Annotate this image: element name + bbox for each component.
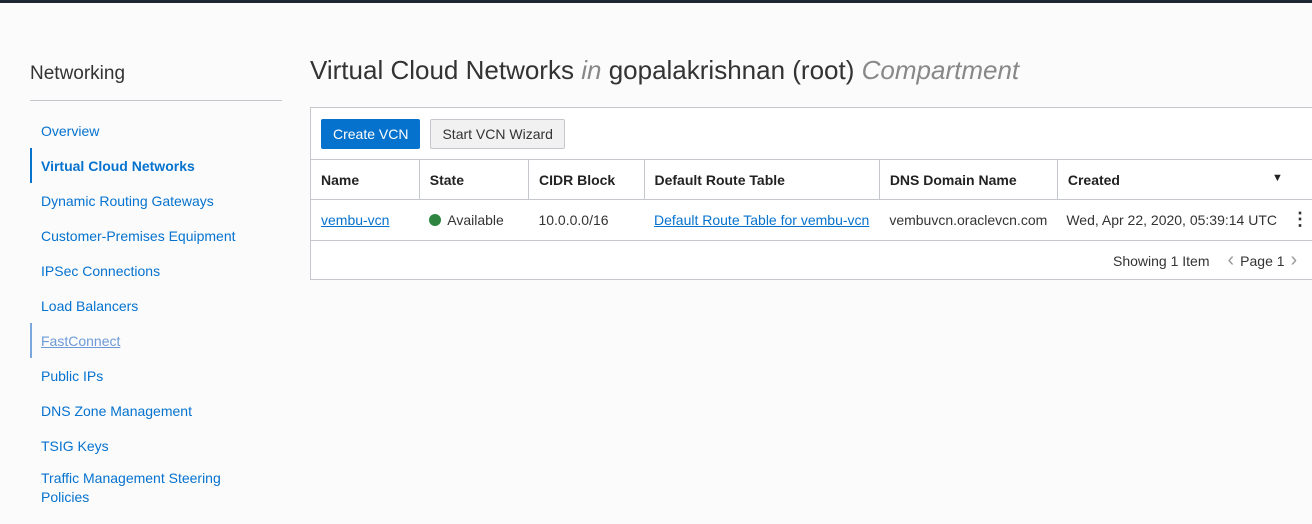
vcn-table: Name State CIDR Block Default Route Tabl…: [311, 159, 1312, 240]
showing-count: Showing 1 Item: [1113, 252, 1210, 269]
sidebar-item-public-ips[interactable]: Public IPs: [30, 358, 282, 393]
created-cell: Wed, Apr 22, 2020, 05:39:14 UTC ⋮: [1057, 199, 1312, 240]
sidebar-item-overview[interactable]: Overview: [30, 113, 282, 148]
status-available-icon: [429, 213, 442, 226]
created-text: Wed, Apr 22, 2020, 05:39:14 UTC: [1066, 212, 1277, 229]
table-header: Name State CIDR Block Default Route Tabl…: [311, 159, 1312, 200]
route-table-link[interactable]: Default Route Table for vembu-vcn: [654, 212, 869, 228]
table-footer: Showing 1 Item ‹ Page 1 ›: [311, 239, 1312, 281]
state-cell: Available: [419, 199, 529, 240]
status-text: Available: [447, 211, 504, 228]
col-created-label: Created: [1067, 171, 1120, 188]
dns-cell: vembuvcn.oraclevcn.com: [879, 199, 1058, 240]
col-route-table[interactable]: Default Route Table: [643, 159, 880, 200]
sidebar-title: Networking: [30, 60, 282, 101]
start-vcn-wizard-button[interactable]: Start VCN Wizard: [430, 118, 565, 149]
prev-page-icon[interactable]: ‹: [1228, 249, 1235, 272]
sidebar-item-traffic-management[interactable]: Traffic Management Steering Policies: [30, 463, 230, 507]
col-state[interactable]: State: [418, 159, 529, 200]
sort-caret-down-icon[interactable]: ▼: [1272, 172, 1283, 184]
actions-kebab-icon[interactable]: ⋮: [1291, 209, 1309, 229]
sidebar-item-virtual-cloud-networks[interactable]: Virtual Cloud Networks: [30, 148, 282, 183]
sidebar-item-customer-premises-equipment[interactable]: Customer-Premises Equipment: [30, 218, 282, 253]
col-name[interactable]: Name: [311, 159, 420, 200]
sidebar-item-dns-zone-management[interactable]: DNS Zone Management: [30, 393, 282, 428]
cidr-cell: 10.0.0.0/16: [528, 199, 644, 240]
vcn-name-link[interactable]: vembu-vcn: [321, 212, 389, 228]
page-label: Page 1: [1240, 252, 1285, 269]
sidebar-item-load-balancers[interactable]: Load Balancers: [30, 288, 282, 323]
table-row: vembu-vcn Available 10.0.0.0/16 Default …: [311, 199, 1312, 240]
sidebar-item-fastconnect[interactable]: FastConnect: [30, 323, 282, 358]
compartment-name: gopalakrishnan (root): [608, 55, 855, 85]
next-page-icon[interactable]: ›: [1291, 249, 1298, 272]
sidebar-item-tsig-keys[interactable]: TSIG Keys: [30, 428, 282, 463]
col-cidr[interactable]: CIDR Block: [527, 159, 644, 200]
top-bar: [0, 0, 1312, 3]
page-title: Virtual Cloud Networks in gopalakrishnan…: [310, 55, 1019, 86]
sidebar-item-dynamic-routing-gateways[interactable]: Dynamic Routing Gateways: [30, 183, 282, 218]
vcn-panel: Create VCN Start VCN Wizard Name State C…: [310, 107, 1312, 280]
sidebar-item-ipsec-connections[interactable]: IPSec Connections: [30, 253, 282, 288]
title-main: Virtual Cloud Networks: [310, 55, 574, 85]
sidebar: Networking Overview Virtual Cloud Networ…: [30, 60, 282, 507]
title-in: in: [581, 55, 602, 85]
col-created[interactable]: Created ▼: [1056, 159, 1312, 200]
title-suffix: Compartment: [861, 55, 1020, 85]
create-vcn-button[interactable]: Create VCN: [321, 118, 421, 149]
pager: ‹ Page 1 ›: [1228, 249, 1298, 272]
col-dns[interactable]: DNS Domain Name: [878, 159, 1058, 200]
